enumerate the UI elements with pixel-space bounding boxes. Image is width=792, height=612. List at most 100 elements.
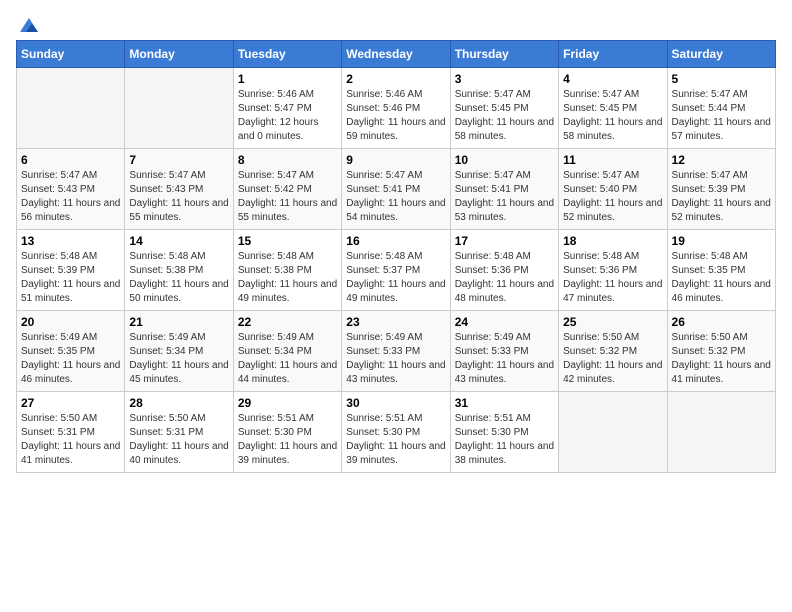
day-number: 10 (455, 153, 554, 167)
day-info: Sunrise: 5:47 AMSunset: 5:45 PMDaylight:… (455, 88, 554, 144)
day-number: 26 (672, 315, 771, 329)
day-info: Sunrise: 5:49 AMSunset: 5:33 PMDaylight:… (455, 331, 554, 387)
calendar-cell: 19 Sunrise: 5:48 AMSunset: 5:35 PMDayligh… (667, 230, 775, 311)
day-info: Sunrise: 5:50 AMSunset: 5:32 PMDaylight:… (563, 331, 662, 387)
day-number: 6 (21, 153, 120, 167)
calendar-cell: 27Sunrise: 5:50 AMSunset: 5:31 PMDayligh… (17, 392, 125, 473)
day-info: Sunrise: 5:51 AMSunset: 5:30 PMDaylight:… (455, 412, 554, 468)
day-info: Sunrise: 5:51 AMSunset: 5:30 PMDaylight:… (238, 412, 337, 468)
day-info: Sunrise: 5:49 AMSunset: 5:33 PMDaylight:… (346, 331, 445, 387)
day-number: 19 (672, 234, 771, 248)
day-number: 22 (238, 315, 337, 329)
day-number: 17 (455, 234, 554, 248)
calendar-cell: 1 Sunrise: 5:46 AMSunset: 5:47 PMDaylight… (233, 68, 341, 149)
day-info: Sunrise: 5:48 AMSunset: 5:35 PMDaylight:… (672, 250, 771, 306)
calendar-cell: 13 Sunrise: 5:48 AMSunset: 5:39 PMDayligh… (17, 230, 125, 311)
day-number: 31 (455, 396, 554, 410)
day-info: Sunrise: 5:51 AMSunset: 5:30 PMDaylight:… (346, 412, 445, 468)
day-info: Sunrise: 5:49 AMSunset: 5:34 PMDaylight:… (238, 331, 337, 387)
calendar-week-3: 13 Sunrise: 5:48 AMSunset: 5:39 PMDayligh… (17, 230, 776, 311)
calendar-cell: 23 Sunrise: 5:49 AMSunset: 5:33 PMDayligh… (342, 311, 450, 392)
day-header-wednesday: Wednesday (342, 41, 450, 68)
day-info: Sunrise: 5:47 AMSunset: 5:43 PMDaylight:… (21, 169, 120, 225)
calendar-cell: 22 Sunrise: 5:49 AMSunset: 5:34 PMDayligh… (233, 311, 341, 392)
calendar-cell: 18 Sunrise: 5:48 AMSunset: 5:36 PMDayligh… (559, 230, 667, 311)
day-info: Sunrise: 5:48 AMSunset: 5:37 PMDaylight:… (346, 250, 445, 306)
day-number: 29 (238, 396, 337, 410)
day-info: Sunrise: 5:47 AMSunset: 5:43 PMDaylight:… (129, 169, 228, 225)
calendar-cell: 16Sunrise: 5:48 AMSunset: 5:37 PMDayligh… (342, 230, 450, 311)
calendar-cell: 15 Sunrise: 5:48 AMSunset: 5:38 PMDayligh… (233, 230, 341, 311)
calendar-cell: 25 Sunrise: 5:50 AMSunset: 5:32 PMDayligh… (559, 311, 667, 392)
day-number: 11 (563, 153, 662, 167)
day-info: Sunrise: 5:48 AMSunset: 5:36 PMDaylight:… (563, 250, 662, 306)
day-number: 14 (129, 234, 228, 248)
day-number: 3 (455, 72, 554, 86)
day-info: Sunrise: 5:47 AMSunset: 5:41 PMDaylight:… (455, 169, 554, 225)
calendar-cell: 30Sunrise: 5:51 AMSunset: 5:30 PMDayligh… (342, 392, 450, 473)
calendar-cell: 14 Sunrise: 5:48 AMSunset: 5:38 PMDayligh… (125, 230, 233, 311)
day-header-monday: Monday (125, 41, 233, 68)
calendar-cell: 5 Sunrise: 5:47 AMSunset: 5:44 PMDaylight… (667, 68, 775, 149)
calendar-table: SundayMondayTuesdayWednesdayThursdayFrid… (16, 40, 776, 473)
day-info: Sunrise: 5:48 AMSunset: 5:36 PMDaylight:… (455, 250, 554, 306)
calendar-cell: 11 Sunrise: 5:47 AMSunset: 5:40 PMDayligh… (559, 149, 667, 230)
calendar-cell: 17 Sunrise: 5:48 AMSunset: 5:36 PMDayligh… (450, 230, 558, 311)
calendar-cell: 21Sunrise: 5:49 AMSunset: 5:34 PMDayligh… (125, 311, 233, 392)
day-number: 23 (346, 315, 445, 329)
day-number: 28 (129, 396, 228, 410)
day-number: 15 (238, 234, 337, 248)
day-number: 8 (238, 153, 337, 167)
calendar-cell: 29 Sunrise: 5:51 AMSunset: 5:30 PMDayligh… (233, 392, 341, 473)
day-info: Sunrise: 5:50 AMSunset: 5:31 PMDaylight:… (21, 412, 120, 468)
calendar-cell: 7Sunrise: 5:47 AMSunset: 5:43 PMDaylight… (125, 149, 233, 230)
calendar-cell: 3 Sunrise: 5:47 AMSunset: 5:45 PMDaylight… (450, 68, 558, 149)
day-info: Sunrise: 5:48 AMSunset: 5:38 PMDaylight:… (238, 250, 337, 306)
day-info: Sunrise: 5:50 AMSunset: 5:31 PMDaylight:… (129, 412, 228, 468)
day-info: Sunrise: 5:47 AMSunset: 5:44 PMDaylight:… (672, 88, 771, 144)
day-number: 12 (672, 153, 771, 167)
calendar-cell: 4 Sunrise: 5:47 AMSunset: 5:45 PMDaylight… (559, 68, 667, 149)
day-number: 18 (563, 234, 662, 248)
calendar-cell: 6 Sunrise: 5:47 AMSunset: 5:43 PMDaylight… (17, 149, 125, 230)
day-number: 13 (21, 234, 120, 248)
day-info: Sunrise: 5:47 AMSunset: 5:42 PMDaylight:… (238, 169, 337, 225)
day-number: 5 (672, 72, 771, 86)
day-number: 1 (238, 72, 337, 86)
calendar-cell: 9 Sunrise: 5:47 AMSunset: 5:41 PMDaylight… (342, 149, 450, 230)
calendar-cell (17, 68, 125, 149)
day-header-friday: Friday (559, 41, 667, 68)
day-number: 9 (346, 153, 445, 167)
calendar-cell: 28 Sunrise: 5:50 AMSunset: 5:31 PMDayligh… (125, 392, 233, 473)
calendar-cell (559, 392, 667, 473)
day-number: 4 (563, 72, 662, 86)
day-header-sunday: Sunday (17, 41, 125, 68)
day-header-tuesday: Tuesday (233, 41, 341, 68)
day-info: Sunrise: 5:47 AMSunset: 5:39 PMDaylight:… (672, 169, 771, 225)
day-header-saturday: Saturday (667, 41, 775, 68)
day-number: 25 (563, 315, 662, 329)
calendar-cell: 24 Sunrise: 5:49 AMSunset: 5:33 PMDayligh… (450, 311, 558, 392)
day-info: Sunrise: 5:48 AMSunset: 5:38 PMDaylight:… (129, 250, 228, 306)
calendar-week-5: 27Sunrise: 5:50 AMSunset: 5:31 PMDayligh… (17, 392, 776, 473)
day-info: Sunrise: 5:49 AMSunset: 5:35 PMDaylight:… (21, 331, 120, 387)
day-info: Sunrise: 5:50 AMSunset: 5:32 PMDaylight:… (672, 331, 771, 387)
day-header-thursday: Thursday (450, 41, 558, 68)
calendar-cell: 10 Sunrise: 5:47 AMSunset: 5:41 PMDayligh… (450, 149, 558, 230)
calendar-cell: 12 Sunrise: 5:47 AMSunset: 5:39 PMDayligh… (667, 149, 775, 230)
page-header (16, 16, 776, 30)
day-info: Sunrise: 5:47 AMSunset: 5:40 PMDaylight:… (563, 169, 662, 225)
calendar-cell (125, 68, 233, 149)
day-info: Sunrise: 5:46 AMSunset: 5:46 PMDaylight:… (346, 88, 445, 144)
day-number: 20 (21, 315, 120, 329)
day-info: Sunrise: 5:47 AMSunset: 5:41 PMDaylight:… (346, 169, 445, 225)
day-info: Sunrise: 5:48 AMSunset: 5:39 PMDaylight:… (21, 250, 120, 306)
logo-icon (18, 16, 40, 34)
day-info: Sunrise: 5:49 AMSunset: 5:34 PMDaylight:… (129, 331, 228, 387)
day-info: Sunrise: 5:46 AMSunset: 5:47 PMDaylight:… (238, 88, 337, 144)
day-info: Sunrise: 5:47 AMSunset: 5:45 PMDaylight:… (563, 88, 662, 144)
calendar-cell: 31 Sunrise: 5:51 AMSunset: 5:30 PMDayligh… (450, 392, 558, 473)
day-number: 24 (455, 315, 554, 329)
calendar-cell: 2Sunrise: 5:46 AMSunset: 5:46 PMDaylight… (342, 68, 450, 149)
calendar-header-row: SundayMondayTuesdayWednesdayThursdayFrid… (17, 41, 776, 68)
